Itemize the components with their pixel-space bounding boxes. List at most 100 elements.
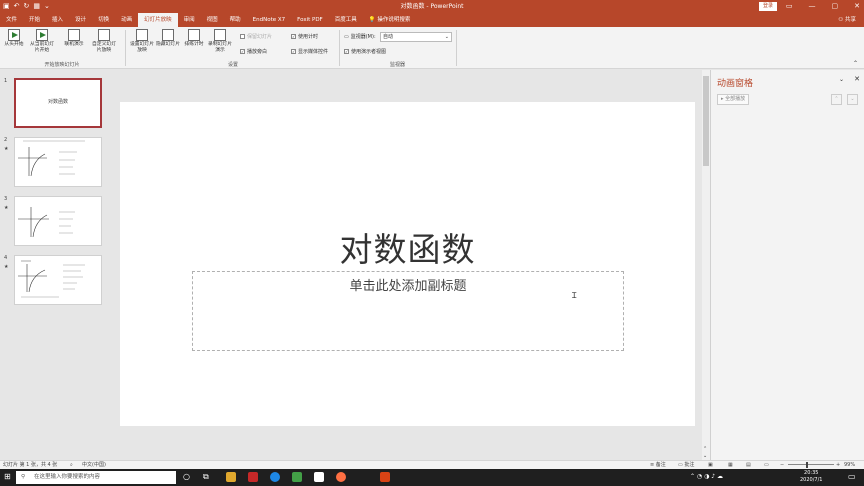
monitor-select[interactable]: 自动 ⌄ [380, 32, 452, 42]
scroll-up-icon[interactable]: ⌃ [703, 446, 707, 452]
language-status[interactable]: 中文(中国) [82, 461, 106, 469]
share-button[interactable]: ⚇ 共享 [838, 13, 856, 27]
notes-icon: ≡ [650, 462, 655, 468]
move-up-icon[interactable]: ⌃ [831, 94, 842, 105]
slide-title[interactable]: 对数函数 [120, 223, 695, 271]
tab-endnote[interactable]: EndNote X7 [247, 13, 292, 27]
app-icon[interactable] [314, 472, 324, 482]
close-pane-icon[interactable]: ✕ [854, 75, 860, 83]
subtitle-placeholder[interactable]: 单击此处添加副标题 [192, 271, 624, 351]
notification-icon[interactable]: ▭ [848, 472, 856, 481]
tab-review[interactable]: 审阅 [178, 13, 201, 27]
notes-button[interactable]: ≡ 备注 [650, 461, 666, 469]
comments-label: 批注 [684, 462, 695, 468]
thumbnail-slide-4[interactable] [14, 255, 102, 305]
file-explorer-icon[interactable] [226, 472, 236, 482]
monitor-label-text: 监视器(M): [350, 34, 376, 40]
slide-editing-area: 对数函数 单击此处添加副标题 Ɪ [112, 70, 702, 460]
status-bar: 幻灯片 第 1 张，共 4 张 ⌕ 中文(中国) ≡ 备注 ▭ 批注 ▣ ▦ ▤… [0, 460, 864, 469]
tab-file[interactable]: 文件 [0, 13, 23, 27]
tab-view[interactable]: 视图 [201, 13, 224, 27]
pane-options-icon[interactable]: ⌄ [839, 76, 844, 83]
maximize-icon[interactable]: ▢ [832, 0, 839, 13]
ribbon-display-icon[interactable]: ▭ [786, 0, 793, 13]
scroll-down-icon[interactable]: ⌄ [703, 453, 707, 459]
hide-slide-button[interactable]: 隐藏幻灯片 [154, 29, 182, 48]
setup-slideshow-button[interactable]: 设置幻灯片放映 [128, 29, 156, 53]
zoom-slider[interactable] [788, 464, 834, 465]
slide-number: 4 [4, 255, 8, 261]
thumbnail-slide-2[interactable] [14, 137, 102, 187]
vertical-scrollbar[interactable]: ⌃ ⌄ [702, 70, 710, 460]
check-presenter-view[interactable]: ✓ 使用演示者视图 [344, 48, 386, 55]
cortana-icon[interactable]: ○ [183, 472, 190, 481]
rehearse-timings-button[interactable]: 排练计时 [180, 29, 208, 48]
tab-design[interactable]: 设计 [69, 13, 92, 27]
group-start-slideshow: 开始放映幻灯片 [44, 62, 80, 68]
login-button[interactable]: 登录 [759, 2, 778, 11]
monitor-icon: ▭ [344, 33, 349, 40]
tab-help[interactable]: 帮助 [224, 13, 247, 27]
checkbox-icon: ✓ [344, 49, 349, 54]
monitor-value: 自动 [383, 34, 394, 40]
notes-label: 备注 [655, 462, 666, 468]
thumbnail-slide-1[interactable]: 对数函数 [14, 78, 102, 128]
browser-icon[interactable] [270, 472, 280, 482]
btn-label: 设置幻灯片放映 [130, 42, 154, 53]
tab-baidu[interactable]: 百度工具 [329, 13, 363, 27]
taskbar-search[interactable]: ⚲ 在这里输入你要搜索的内容 [16, 471, 176, 484]
zoom-level[interactable]: 99% [844, 461, 855, 469]
move-down-icon[interactable]: ⌄ [847, 94, 858, 105]
tell-me-search[interactable]: 💡 操作说明搜索 [363, 13, 417, 27]
app-icon[interactable] [292, 472, 302, 482]
check-keep-slides[interactable]: 保留幻灯片 [240, 33, 272, 40]
scrollbar-thumb[interactable] [703, 76, 709, 166]
zoom-slider-thumb[interactable] [806, 462, 808, 468]
ribbon: 从头开始 从当前幻灯片开始 联机演示 自定义幻灯片放映 开始放映幻灯片 设置幻灯… [0, 27, 864, 69]
windows-start-icon[interactable]: ⊞ [4, 472, 11, 481]
slide-sorter-icon[interactable]: ▦ [728, 461, 733, 469]
btn-label: 录制幻灯片演示 [208, 42, 232, 53]
accessibility-icon[interactable]: ⌕ [70, 461, 73, 469]
normal-view-icon[interactable]: ▣ [708, 461, 713, 469]
app-icon[interactable] [248, 472, 258, 482]
comments-button[interactable]: ▭ 批注 [678, 461, 694, 469]
minimize-icon[interactable]: — [809, 0, 816, 13]
close-icon[interactable]: ✕ [854, 0, 860, 13]
btn-label: 从当前幻灯片开始 [30, 42, 54, 53]
from-beginning-button[interactable]: 从头开始 [0, 29, 28, 48]
tab-slideshow[interactable]: 幻灯片放映 [138, 13, 178, 27]
check-label: 播放旁白 [247, 49, 268, 55]
play-all-button[interactable]: ▸ 全部播放 [717, 94, 750, 105]
record-slideshow-button[interactable]: 录制幻灯片演示 [206, 29, 234, 53]
tab-home[interactable]: 开始 [23, 13, 46, 27]
tab-animations[interactable]: 动画 [115, 13, 138, 27]
check-show-media-controls[interactable]: ✓ 显示媒体控件 [291, 48, 328, 55]
check-use-timings[interactable]: ✓ 使用计时 [291, 33, 318, 40]
tray-icons[interactable]: ⌃ ◔ ◑ ♪ ☁ [690, 473, 723, 480]
firefox-icon[interactable] [336, 472, 346, 482]
zoom-in-icon[interactable]: + [836, 461, 840, 469]
clock[interactable]: 20:35 2020/7/1 [800, 470, 822, 484]
slide-number: 1 [4, 78, 8, 84]
checkbox-icon: ✓ [291, 34, 296, 39]
task-view-icon[interactable]: ⧉ [203, 472, 209, 482]
collapse-ribbon-icon[interactable]: ⌃ [853, 60, 858, 67]
reading-view-icon[interactable]: ▤ [746, 461, 751, 469]
btn-label: 自定义幻灯片放映 [92, 42, 116, 53]
tab-insert[interactable]: 插入 [46, 13, 69, 27]
zoom-out-icon[interactable]: − [780, 461, 784, 469]
tab-foxit[interactable]: Foxit PDF [291, 13, 329, 27]
slideshow-view-icon[interactable]: ▭ [764, 461, 769, 469]
check-play-narrations[interactable]: ✓ 播放旁白 [240, 48, 267, 55]
group-monitor: 监视器 [389, 62, 405, 68]
current-slide: 对数函数 单击此处添加副标题 Ɪ [120, 102, 695, 426]
online-present-button[interactable]: 联机演示 [60, 29, 88, 48]
thumbnail-slide-3[interactable] [14, 196, 102, 246]
from-current-button[interactable]: 从当前幻灯片开始 [28, 29, 56, 53]
btn-label: 联机演示 [64, 42, 84, 47]
lightbulb-icon: 💡 [368, 17, 376, 23]
powerpoint-taskbar-icon[interactable] [380, 472, 390, 482]
tab-transitions[interactable]: 切换 [92, 13, 115, 27]
custom-show-button[interactable]: 自定义幻灯片放映 [90, 29, 118, 53]
